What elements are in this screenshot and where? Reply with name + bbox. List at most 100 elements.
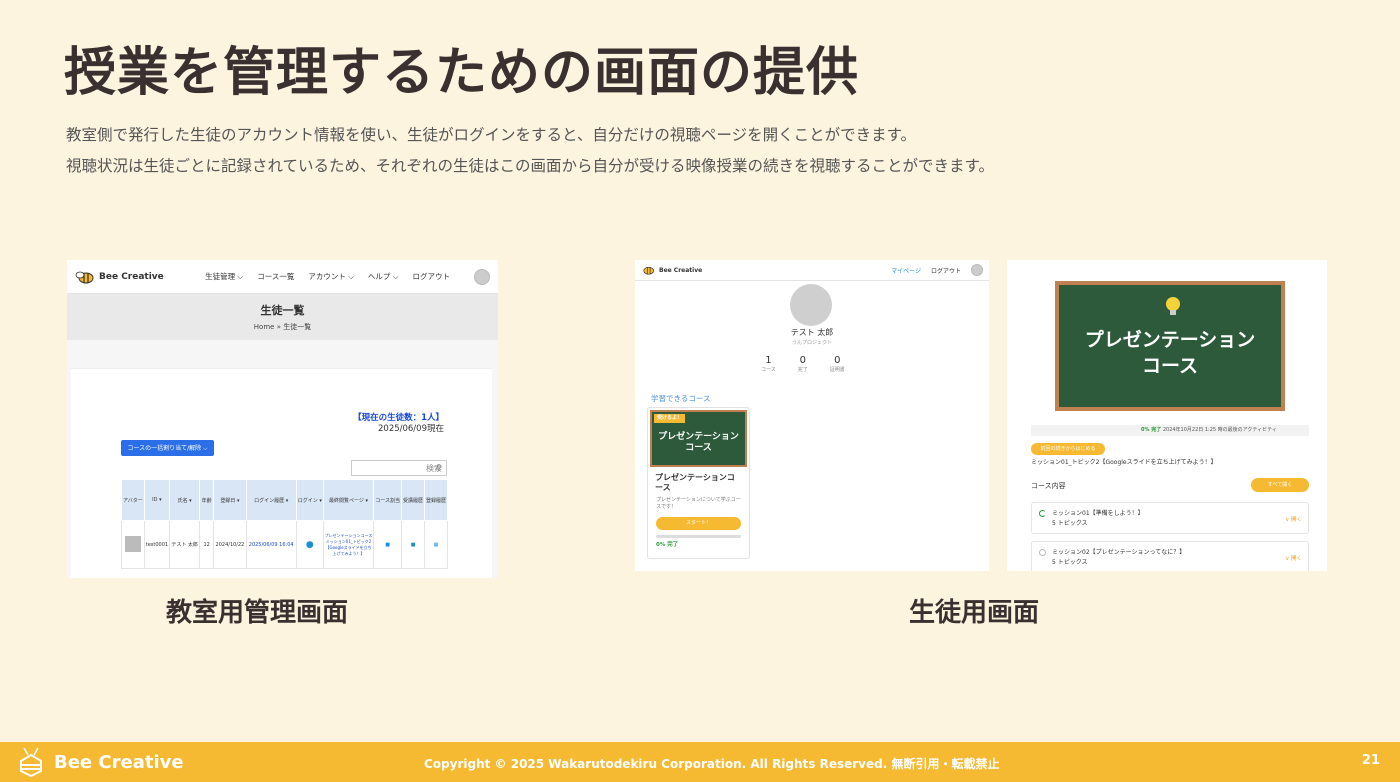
calendar-icon[interactable]: ▦ <box>434 542 439 548</box>
col-age[interactable]: 年齢 <box>199 479 215 521</box>
row-name: テスト 太郎 <box>169 520 201 569</box>
mission-title: ミッション01【準備をしよう！】 <box>1052 510 1144 517</box>
row-age: 12 <box>199 520 215 569</box>
mission-topics: 5 トピックス <box>1052 520 1088 527</box>
col-attendance[interactable]: 受講履歴 <box>401 479 426 521</box>
avatar-icon <box>124 535 141 552</box>
row-avatar <box>121 520 145 569</box>
breadcrumb: Home » 生徒一覧 <box>253 323 312 331</box>
avatar[interactable] <box>971 264 983 276</box>
bee-logo-icon <box>643 266 654 275</box>
student-nav: マイページ ログアウト <box>891 264 983 276</box>
course-contents-heading: コース内容 <box>1031 482 1066 490</box>
mission-item[interactable]: ミッション02【プレゼンテーションってなに？】 5 トピックス ∨ 開く <box>1031 541 1309 571</box>
col-registered[interactable]: 登録日 ▾ <box>213 479 247 521</box>
bee-logo-icon <box>20 747 42 777</box>
group-icon[interactable]: ■ <box>385 542 390 548</box>
activity-text: 2024年10月22日 1:25 時の最後のアクティビティ <box>1162 427 1277 433</box>
row-attendance[interactable]: ■ <box>401 520 426 569</box>
col-course-assign[interactable]: コース割当 <box>373 479 403 521</box>
stat-completed: 0 完了 <box>797 355 808 373</box>
footer-logo: Bee Creative <box>14 747 184 777</box>
col-last-page[interactable]: 最終閲覧ページ ▾ <box>323 479 375 521</box>
nav-student-management[interactable]: 生徒管理 ⌵ <box>205 271 243 282</box>
course-tag: 受けるよ！ <box>654 414 686 423</box>
admin-hero: 生徒一覧 Home » 生徒一覧 <box>67 294 498 340</box>
student-logo: Bee Creative <box>641 265 702 275</box>
last-activity: 0% 完了 2024年10月22日 1:25 時の最後のアクティビティ <box>1031 425 1309 436</box>
col-login-history[interactable]: ログイン履歴 ▾ <box>245 479 297 521</box>
nav-logout[interactable]: ログアウト <box>413 271 451 282</box>
nav-help[interactable]: ヘルプ ⌵ <box>368 271 399 282</box>
description-line-2: 視聴状況は生徒ごとに記録されているため、それぞれの生徒はこの画面から自分が受ける… <box>66 157 994 175</box>
avatar[interactable] <box>474 268 490 285</box>
table-row[interactable]: test0001 テスト 太郎 12 2024/10/22 2025/06/09… <box>121 520 448 569</box>
col-name[interactable]: 氏名 ▾ <box>169 479 201 521</box>
history-icon[interactable]: ■ <box>411 542 416 548</box>
progress-ring-icon <box>1039 510 1046 517</box>
student-name: テスト 太郎 <box>790 328 834 337</box>
course-thumbnail[interactable]: 受けるよ！ プレゼンテーション コース <box>650 410 747 467</box>
description: 教室側で発行した生徒のアカウント情報を使い、生徒がログインをすると、自分だけの視… <box>66 120 994 182</box>
table-header-row: アバター ID ▾ 氏名 ▾ 年齢 登録日 ▾ ログイン履歴 ▾ ログイン ▾ … <box>121 479 448 521</box>
caption-admin: 教室用管理画面 <box>166 598 349 628</box>
caption-student: 生徒用画面 <box>909 598 1040 628</box>
stat-certificates: 0 証明書 <box>829 355 845 373</box>
board-text: プレゼンテーション コース <box>1084 329 1256 377</box>
row-id: test0001 <box>143 520 171 569</box>
mission-open[interactable]: ∨ 開く <box>1285 515 1302 525</box>
user-icon[interactable]: ● <box>306 540 314 550</box>
resume-button[interactable]: 前回の続きからはじめる <box>1031 443 1105 455</box>
col-id[interactable]: ID ▾ <box>143 479 171 521</box>
admin-logo: Bee Creative <box>75 270 164 284</box>
start-button[interactable]: スタート！ <box>656 517 741 530</box>
admin-body: 【現在の生徒数：1人】 2025/06/09現在 コースの一括割り当て/解除 ⌵… <box>71 368 492 578</box>
page-title: 授業を管理するための画面の提供 <box>64 43 860 103</box>
learnable-courses-heading: 学習できるコース <box>651 394 711 403</box>
mission-open[interactable]: ∨ 開く <box>1285 554 1302 564</box>
row-registration[interactable]: ▦ <box>424 520 448 569</box>
col-avatar[interactable]: アバター <box>121 479 145 521</box>
search-input[interactable]: 検索 ⚲ <box>351 460 447 476</box>
admin-screenshot: Bee Creative 生徒管理 ⌵ コース一覧 アカウント ⌵ ヘルプ ⌵ … <box>67 260 498 578</box>
course-card[interactable]: 受けるよ！ プレゼンテーション コース プレゼンテーションコース プレゼンテーシ… <box>647 407 750 559</box>
admin-nav: 生徒管理 ⌵ コース一覧 アカウント ⌵ ヘルプ ⌵ ログアウト <box>205 268 490 285</box>
col-login[interactable]: ログイン ▾ <box>295 479 325 521</box>
row-course-assign[interactable]: ■ <box>373 520 403 569</box>
student-subtitle: うんプロジェクト <box>791 340 832 346</box>
admin-heading: 生徒一覧 <box>260 304 305 317</box>
nav-account[interactable]: アカウント ⌵ <box>308 271 354 282</box>
profile-stats: 1 コース 0 完了 0 証明書 <box>761 355 845 373</box>
mission-item[interactable]: ミッション01【準備をしよう！】 5 トピックス ∨ 開く <box>1031 502 1309 534</box>
current-mission[interactable]: ミッション01_トピック2【Googleスライドを立ち上げてみよう！】 <box>1031 457 1217 466</box>
course-title[interactable]: プレゼンテーションコース <box>648 469 749 493</box>
nav-mypage[interactable]: マイページ <box>891 266 921 275</box>
footer-logo-text: Bee Creative <box>54 751 184 773</box>
mission-title: ミッション02【プレゼンテーションってなに？】 <box>1052 549 1186 556</box>
row-registered: 2024/10/22 <box>213 520 247 569</box>
course-board-image: プレゼンテーション コース <box>1055 281 1285 411</box>
student-count: 【現在の生徒数：1人】 2025/06/09現在 <box>353 413 444 435</box>
bee-logo-icon <box>75 271 94 283</box>
profile-avatar <box>790 284 832 326</box>
page-number: 21 <box>1361 753 1380 768</box>
mission-topics: 5 トピックス <box>1052 559 1088 566</box>
student-topbar: Bee Creative マイページ ログアウト <box>635 260 989 281</box>
nav-logout[interactable]: ログアウト <box>931 266 961 275</box>
search-icon[interactable]: ⚲ <box>436 463 442 472</box>
student-mypage-screenshot: Bee Creative マイページ ログアウト テスト 太郎 うんプロジェクト… <box>635 260 989 571</box>
progress-percent: 0% 完了 <box>656 542 679 548</box>
nav-course-list[interactable]: コース一覧 <box>257 271 294 282</box>
expand-all-button[interactable]: すべて開く <box>1251 478 1309 492</box>
row-last-page[interactable]: プレゼンテーションコース ミッション01_トピック2【Googleスライドを立ち… <box>323 520 375 569</box>
admin-logo-text: Bee Creative <box>99 271 164 282</box>
bulk-assign-button[interactable]: コースの一括割り当て/解除 ⌵ <box>121 440 214 456</box>
course-description: プレゼンテーションについて学ぶコースです！ <box>656 497 741 510</box>
row-login-history[interactable]: 2025/06/09 16:04 <box>245 520 297 569</box>
footer: Bee Creative Copyright © 2025 Wakarutode… <box>0 742 1400 782</box>
admin-topbar: Bee Creative 生徒管理 ⌵ コース一覧 アカウント ⌵ ヘルプ ⌵ … <box>67 260 498 294</box>
student-table: アバター ID ▾ 氏名 ▾ 年齢 登録日 ▾ ログイン履歴 ▾ ログイン ▾ … <box>121 479 448 569</box>
activity-percent: 0% 完了 <box>1141 427 1162 433</box>
row-login[interactable]: ● <box>295 520 325 569</box>
col-registration[interactable]: 登録履歴 <box>424 479 448 521</box>
